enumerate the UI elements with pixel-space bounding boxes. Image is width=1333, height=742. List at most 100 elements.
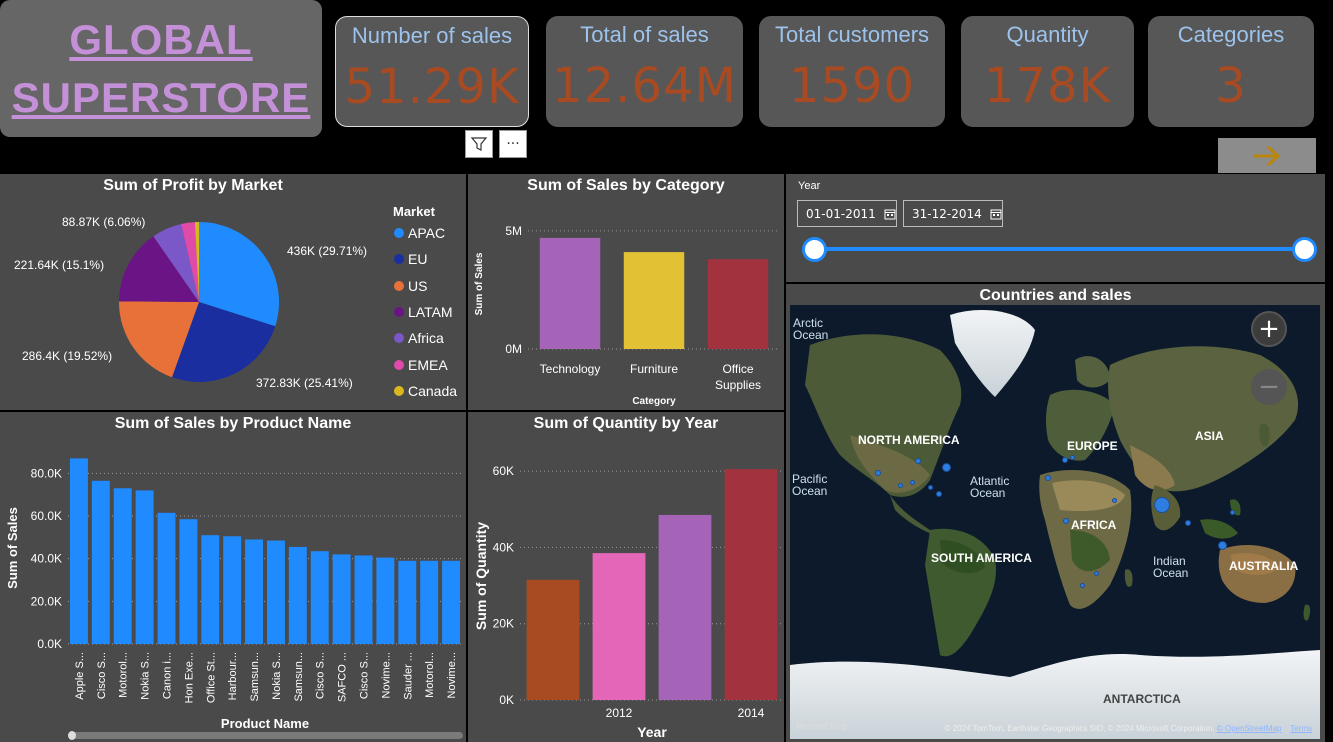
attribution-text: © 2024 TomTom, Earthstar Geographics SIO… [944,724,1215,733]
calendar-icon [990,209,1002,219]
bar[interactable] [420,560,439,644]
sales-bubble[interactable] [1070,455,1075,460]
bar[interactable] [91,480,110,644]
year-slicer[interactable]: Year [786,174,1325,282]
y-axis-title: Sum of Sales [5,507,20,589]
x-tick-label: Technology [540,362,601,376]
year-bar-chart[interactable]: 0K 20K 40K 60K 2012 2014 Year Sum of Quantity [468,412,784,742]
slicer-label: Year [798,180,821,192]
bar[interactable] [245,539,264,644]
bar[interactable] [376,557,395,644]
legend-item-latam[interactable]: LATAM [394,304,453,320]
legend-marker [394,280,404,291]
slider-start-handle[interactable] [802,237,827,262]
sales-bubble[interactable] [1045,475,1051,481]
bar[interactable] [288,546,307,644]
next-page-button[interactable] [1218,138,1316,173]
bar[interactable] [113,488,132,644]
world-map[interactable]: Arctic Ocean Pacific Ocean Atlantic Ocean I… [790,305,1320,739]
sales-bubble[interactable] [910,480,915,485]
bar[interactable] [398,560,417,644]
sales-bubble[interactable] [942,463,951,472]
bar[interactable] [135,490,154,644]
scrollbar-thumb[interactable] [68,731,76,740]
legend-item-eu[interactable]: EU [394,251,427,267]
legend-label: US [408,277,428,294]
y-tick-label: 0.0K [37,637,62,651]
sales-bubble[interactable] [1080,583,1085,588]
sales-bubble[interactable] [1063,518,1069,524]
bar[interactable] [332,554,351,644]
bar[interactable] [69,458,88,644]
sales-bubble[interactable] [1094,571,1099,576]
x-tick-label: Novime... [380,652,392,698]
sales-bubble[interactable] [928,485,933,490]
filter-icon[interactable] [465,130,493,158]
bar[interactable] [310,551,329,644]
bar[interactable] [707,259,769,349]
report-title-card: GLOBAL SUPERSTORE [0,0,322,137]
sales-bubble[interactable] [1112,498,1117,503]
kpi-total-of-sales[interactable]: Total of sales 12.64M [546,16,743,127]
kpi-categories[interactable]: Categories 3 [1148,16,1314,127]
more-options-label: ··· [506,136,520,152]
sales-by-product-visual[interactable]: Sum of Sales by Product Name 0.0K 20.0K 40… [0,412,466,742]
sales-bubble[interactable] [1218,541,1227,550]
bar[interactable] [354,555,373,644]
bar[interactable] [266,540,285,644]
bar[interactable] [179,519,198,644]
terms-link[interactable]: Terms [1290,724,1312,733]
sales-bubble[interactable] [1154,497,1170,513]
category-bar-chart[interactable]: 0M 5M Technology Furniture Office Supplies Cat… [468,174,784,410]
zoom-in-button[interactable]: + [1251,311,1287,347]
bar[interactable] [592,553,646,700]
y-axis-title: Sum of Sales [474,252,485,315]
horizontal-scrollbar[interactable] [68,731,463,740]
openstreetmap-link[interactable]: © OpenStreetMap [1217,724,1282,733]
bar[interactable] [442,560,461,644]
arrow-right-icon [1254,145,1281,166]
slider-end-handle[interactable] [1292,237,1317,262]
more-options-icon[interactable]: ··· [499,130,527,158]
kpi-number-of-sales[interactable]: Number of sales 51.29K [335,16,529,127]
x-tick-label: Hon Exe... [183,652,195,703]
y-tick-label: 40.0K [31,552,62,566]
bar[interactable] [526,579,580,700]
legend-item-canada[interactable]: Canada [394,383,457,399]
legend-item-us[interactable]: US [394,278,427,294]
profit-by-market-visual[interactable]: Sum of Profit by Market 436K (29.71%) 372… [0,174,466,410]
bar[interactable] [724,469,778,700]
x-tick-label: Canon i... [162,652,174,699]
zoom-out-button[interactable]: − [1251,369,1287,405]
bar[interactable] [157,512,176,644]
bar[interactable] [539,237,601,349]
sales-bubble[interactable] [875,470,881,476]
start-date-input[interactable]: 01-01-2011 [797,200,897,227]
slider-track[interactable] [814,247,1304,251]
bar[interactable] [201,535,220,644]
x-axis-title: Year [637,724,667,740]
legend-item-apac[interactable]: APAC [394,225,445,241]
sales-bubble[interactable] [1062,457,1068,463]
sales-bubble[interactable] [1185,520,1191,526]
sales-bubble[interactable] [898,483,903,488]
sales-bubble[interactable] [915,458,921,464]
legend-item-africa[interactable]: Africa [394,330,444,346]
bar[interactable] [623,252,685,349]
legend-item-emea[interactable]: EMEA [394,357,448,373]
quantity-by-year-visual[interactable]: Sum of Quantity by Year 0K 20K 40K 60K 2012 2… [468,412,784,742]
end-date-input[interactable]: 31-12-2014 [903,200,1003,227]
kpi-total-customers[interactable]: Total customers 1590 [759,16,945,127]
sales-bubble[interactable] [1230,510,1235,515]
bar[interactable] [223,536,242,644]
ocean-label: Pacific Ocean [792,472,828,498]
bar[interactable] [658,514,712,700]
sales-bubble[interactable] [936,491,942,497]
region-label: AFRICA [1071,518,1117,532]
kpi-quantity[interactable]: Quantity 178K [961,16,1134,127]
sales-by-category-visual[interactable]: Sum of Sales by Category 0M 5M Technology F… [468,174,784,410]
x-tick-label: Furniture [630,362,678,376]
region-label: ASIA [1195,429,1224,443]
product-bar-chart[interactable]: 0.0K 20.0K 40.0K 60.0K 80.0K Apple S... Cisco … [0,412,466,742]
pie-chart[interactable]: 436K (29.71%) 372.83K (25.41%) 286.4K (19.… [0,174,390,410]
